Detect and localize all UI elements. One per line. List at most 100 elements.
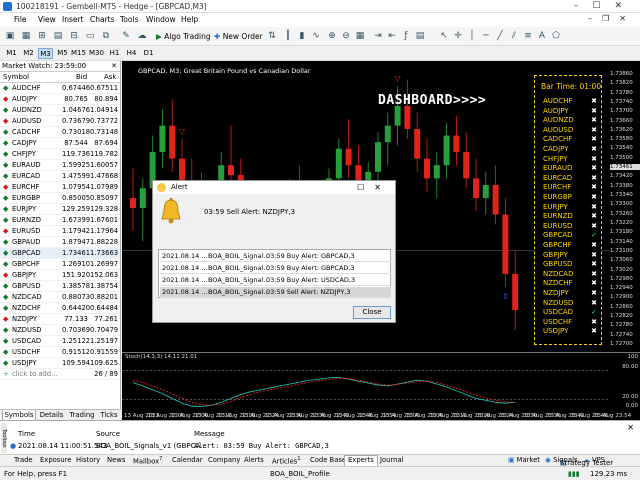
crosshair-icon[interactable]: ✛ bbox=[452, 30, 464, 42]
alert-row[interactable]: 2021.08.14 ... BOA_BOIL_Signal... 03:59 Bu… bbox=[160, 251, 391, 262]
alert-row[interactable]: 2021.08.14 ... BOA_BOIL_Signal... 03:59 Se… bbox=[160, 287, 391, 298]
market-watch-row[interactable]: ◆ GBPCAD 1.73461 1.73663 bbox=[0, 248, 120, 259]
alert-window-controls[interactable]: ☐✕ bbox=[357, 181, 391, 194]
market-watch-row[interactable]: ◆ EURGBP 0.85005 0.85097 bbox=[0, 193, 120, 204]
tf-m1[interactable]: M1 bbox=[4, 48, 19, 59]
window-controls[interactable]: –☐✕ bbox=[574, 1, 636, 11]
tab-alerts[interactable]: Alerts bbox=[244, 456, 264, 464]
close-icon[interactable]: ✕ bbox=[627, 423, 634, 432]
market-watch-row[interactable]: ◆ NZDCHF 0.64420 0.64484 bbox=[0, 303, 120, 314]
tf-m5[interactable]: M5 bbox=[55, 48, 70, 59]
text-icon[interactable]: A bbox=[536, 30, 548, 42]
algo-trading-button[interactable]: ▶ Algo Trading bbox=[156, 30, 211, 43]
col-symbol[interactable]: Symbol bbox=[3, 72, 29, 83]
chart-line-icon[interactable]: ∿ bbox=[310, 30, 322, 42]
trendline-icon[interactable]: ╱ bbox=[494, 30, 506, 42]
tf-h4[interactable]: H4 bbox=[124, 48, 139, 59]
cloud-icon[interactable]: ☁ bbox=[136, 30, 148, 42]
trade-icon[interactable]: ⇅ bbox=[266, 30, 278, 42]
menu-file[interactable]: File bbox=[14, 15, 27, 24]
menu-help[interactable]: Help bbox=[181, 15, 198, 24]
tab-mailbox[interactable]: Mailbox7 bbox=[133, 456, 162, 465]
col-bid[interactable]: Bid bbox=[76, 72, 87, 83]
indicators-icon[interactable]: ƒ bbox=[400, 30, 412, 42]
market-watch-row[interactable]: ◆ EURUSD 1.17942 1.17964 bbox=[0, 226, 120, 237]
tab-exposure[interactable]: Exposure bbox=[40, 456, 71, 464]
market-watch-row[interactable]: ◆ EURCAD 1.47599 1.47668 bbox=[0, 171, 120, 182]
market-watch-row[interactable]: ◆ EURAUD 1.59925 1.60057 bbox=[0, 160, 120, 171]
market-watch-row[interactable]: ◆ NZDUSD 0.70369 0.70479 bbox=[0, 325, 120, 336]
menu-view[interactable]: View bbox=[38, 15, 56, 24]
market-watch-row[interactable]: ◆ CADJPY 87.544 87.694 bbox=[0, 138, 120, 149]
add-symbol-row[interactable]: + click to add... 26 / 89 bbox=[0, 369, 120, 380]
scroll-icon[interactable]: ⇥ bbox=[372, 30, 384, 42]
market-watch-row[interactable]: ◆ USDCAD 1.25122 1.25197 bbox=[0, 336, 120, 347]
tf-m15[interactable]: M15 bbox=[71, 48, 86, 59]
metaeditor-icon[interactable]: ✎ bbox=[120, 30, 132, 42]
mdi-controls[interactable]: –❐✕ bbox=[588, 14, 636, 23]
col-ask[interactable]: Ask bbox=[104, 72, 117, 83]
new-order-button[interactable]: ✚ New Order bbox=[214, 30, 263, 43]
market-link[interactable]: ▣ Market bbox=[508, 456, 540, 464]
tab-news[interactable]: News bbox=[107, 456, 125, 464]
cursor-icon[interactable]: ↖ bbox=[438, 30, 450, 42]
market-watch-row[interactable]: ◆ EURJPY 129.259 129.328 bbox=[0, 204, 120, 215]
market-watch-row[interactable]: ◆ AUDUSD 0.73679 0.73772 bbox=[0, 116, 120, 127]
alert-row[interactable]: 2021.08.14 ... BOA_BOIL_Signal... 03:59 Bu… bbox=[160, 263, 391, 274]
tab-code-base[interactable]: Code Base bbox=[310, 456, 346, 464]
horizontal-line-icon[interactable]: ─ bbox=[480, 30, 492, 42]
tab-trade[interactable]: Trade bbox=[14, 456, 33, 464]
tf-m3[interactable]: M3 bbox=[38, 48, 53, 59]
tile-icon[interactable]: ▦ bbox=[354, 30, 366, 42]
market-watch-row[interactable]: ◆ GBPAUD 1.87947 1.88228 bbox=[0, 237, 120, 248]
tab-journal[interactable]: Journal bbox=[380, 456, 404, 464]
menu-charts[interactable]: Charts bbox=[90, 15, 115, 24]
close-icon[interactable]: ✕ bbox=[111, 61, 117, 72]
col-message[interactable]: Message bbox=[194, 430, 225, 438]
terminal-icon[interactable]: ▭ bbox=[84, 30, 96, 42]
new-chart-icon[interactable]: ▣ bbox=[4, 30, 16, 42]
tf-h1[interactable]: H1 bbox=[107, 48, 122, 59]
data-window-icon[interactable]: ▤ bbox=[52, 30, 64, 42]
market-watch-row[interactable]: ◆ NZDCAD 0.88073 0.88201 bbox=[0, 292, 120, 303]
market-watch-row[interactable]: ◆ CHFJPY 119.736 119.782 bbox=[0, 149, 120, 160]
templates-icon[interactable]: ▤ bbox=[414, 30, 426, 42]
alert-list[interactable]: 2021.08.14 ... BOA_BOIL_Signal... 03:59 Bu… bbox=[158, 249, 391, 298]
tab-articles[interactable]: Articles1 bbox=[272, 456, 301, 465]
market-watch-row[interactable]: ◆ GBPJPY 151.920 152.063 bbox=[0, 270, 120, 281]
tf-d1[interactable]: D1 bbox=[141, 48, 156, 59]
toolbox-grip[interactable]: Toolbox bbox=[1, 423, 7, 453]
market-watch-row[interactable]: ◆ EURCHF 1.07954 1.07989 bbox=[0, 182, 120, 193]
tf-m2[interactable]: M2 bbox=[21, 48, 36, 59]
market-watch-row[interactable]: ◆ AUDCHF 0.67446 0.67511 bbox=[0, 83, 120, 94]
chart-candles-icon[interactable]: ▮ bbox=[296, 30, 308, 42]
alert-row[interactable]: 2021.08.14 ... BOA_BOIL_Signal... 03:59 Bu… bbox=[160, 275, 391, 286]
col-time[interactable]: Time bbox=[18, 430, 35, 438]
fibo-icon[interactable]: ≡ bbox=[522, 30, 534, 42]
close-button[interactable]: Close bbox=[353, 306, 391, 319]
market-watch-row[interactable]: ◆ USDJPY 109.594 109.625 bbox=[0, 358, 120, 369]
tf-m30[interactable]: M30 bbox=[89, 48, 104, 59]
profiles-icon[interactable]: ▦ bbox=[20, 30, 32, 42]
shift-icon[interactable]: ⇤ bbox=[386, 30, 398, 42]
channel-icon[interactable]: ⫽ bbox=[508, 30, 520, 42]
tab-company[interactable]: Company bbox=[208, 456, 240, 464]
market-watch-row[interactable]: ◆ NZDJPY 77.133 77.261 bbox=[0, 314, 120, 325]
menu-insert[interactable]: Insert bbox=[62, 15, 84, 24]
menu-tools[interactable]: Tools bbox=[120, 15, 138, 24]
col-source[interactable]: Source bbox=[96, 430, 120, 438]
shapes-icon[interactable]: ⬠ bbox=[550, 30, 562, 42]
market-watch-row[interactable]: ◆ AUDJPY 80.765 80.894 bbox=[0, 94, 120, 105]
market-watch-row[interactable]: ◆ EURNZD 1.67399 1.67601 bbox=[0, 215, 120, 226]
market-watch-icon[interactable]: ⊞ bbox=[36, 30, 48, 42]
zoom-in-icon[interactable]: ⊕ bbox=[326, 30, 338, 42]
stochastic-window[interactable]: Stoch(14,3,3) 14.11 21.01 100 80.00 20.0… bbox=[122, 352, 640, 420]
market-watch-row[interactable]: ◆ AUDNZD 1.04676 1.04914 bbox=[0, 105, 120, 116]
strategy-tester-icon[interactable]: ⧉ bbox=[100, 30, 112, 42]
navigator-icon[interactable]: ⊟ bbox=[68, 30, 80, 42]
menu-window[interactable]: Window bbox=[146, 15, 176, 24]
vertical-line-icon[interactable]: │ bbox=[466, 30, 478, 42]
zoom-out-icon[interactable]: ⊖ bbox=[340, 30, 352, 42]
tab-history[interactable]: History bbox=[76, 456, 100, 464]
tab-calendar[interactable]: Calendar bbox=[172, 456, 203, 464]
